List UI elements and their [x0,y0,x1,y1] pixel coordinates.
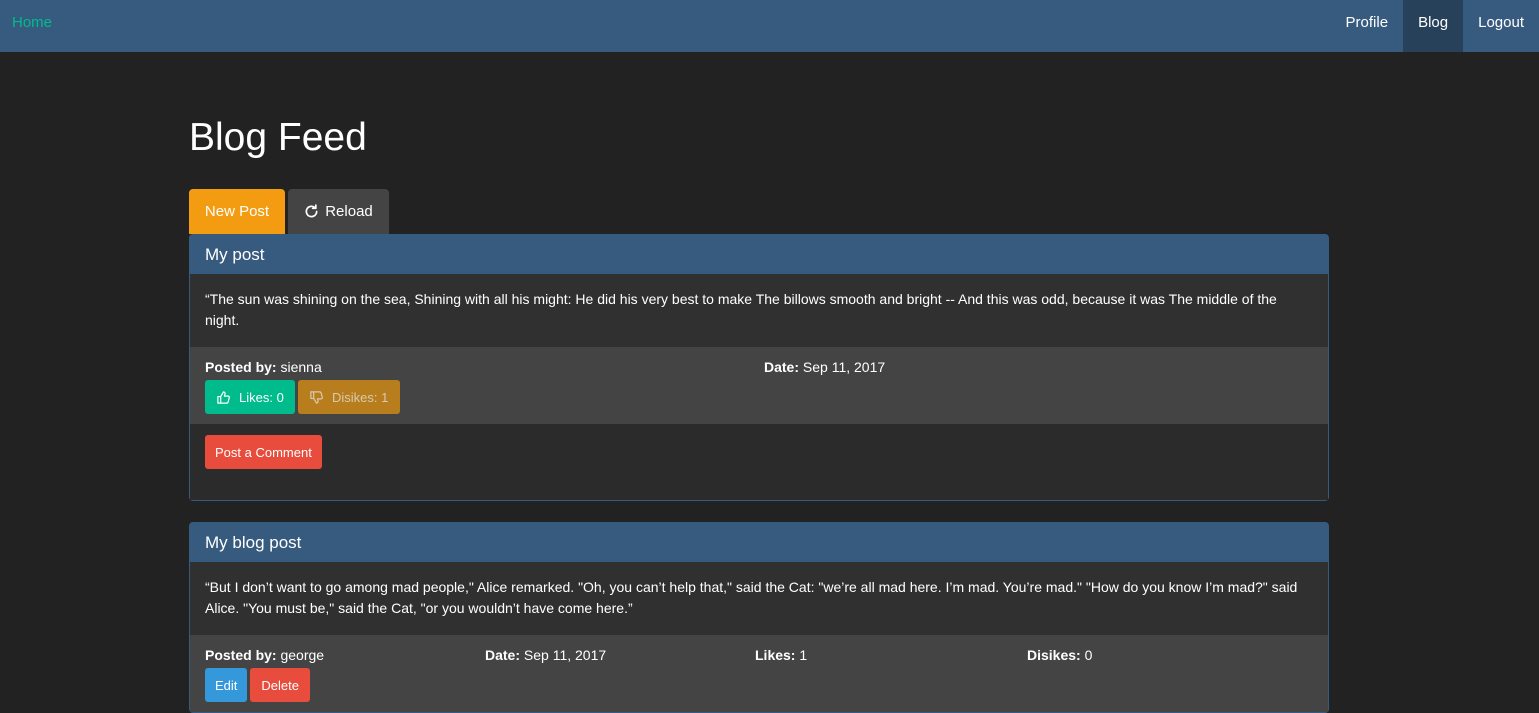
reload-label: Reload [325,203,373,220]
like-button[interactable]: Likes: 0 [205,380,295,414]
new-post-label: New Post [204,203,270,220]
post-actions: Edit Delete [205,668,1313,702]
post-title: My post [190,235,1328,274]
meta-line: Posted by: george Date: Sep 11, 2017 Lik… [205,647,1313,667]
post-dislikes: Disikes: 0 [1027,647,1092,667]
delete-button[interactable]: Delete [250,668,310,702]
meta-line: Posted by: sienna Date: Sep 11, 2017 [205,359,1313,379]
post-body: “But I don’t want to go among mad people… [190,562,1328,635]
nav-item-blog[interactable]: Blog [1403,0,1464,52]
post-title: My blog post [190,523,1328,562]
post-body: “The sun was shining on the sea, Shining… [190,274,1328,347]
navbar: Home Profile Blog Logout [0,0,1539,52]
post-card: My post “The sun was shining on the sea,… [189,234,1329,501]
posted-by-label: Posted by: [205,647,277,663]
post-author: sienna [280,359,322,375]
feed-toolbar: New Post Reload [189,189,1329,234]
edit-button[interactable]: Edit [205,668,248,702]
date-label: Date: [485,647,521,663]
post-meta: Posted by: george Date: Sep 11, 2017 Lik… [190,635,1328,712]
thumbs-down-icon [310,390,323,404]
likes-value: 1 [799,647,808,663]
post-date: Date: Sep 11, 2017 [764,359,885,379]
dislike-button[interactable]: Disikes: 1 [298,380,400,414]
nav-item-logout[interactable]: Logout [1463,0,1539,45]
post-comment-button[interactable]: Post a Comment [205,435,322,469]
post-meta: Posted by: sienna Date: Sep 11, 2017 Lik… [190,347,1328,424]
posted-by-label: Posted by: [205,359,277,375]
date-label: Date: [764,359,800,375]
comment-area: Post a Comment [190,424,1328,500]
reload-icon [305,204,318,218]
dislikes-count: Disikes: 1 [332,389,389,405]
nav-home-link[interactable]: Home [0,0,64,45]
date-value: Sep 11, 2017 [802,359,886,375]
reload-button[interactable]: Reload [288,189,389,234]
post-likes: Likes: 1 [755,647,1027,667]
thumbs-up-icon [217,390,230,404]
post-author: george [280,647,325,663]
likes-label: Likes: [755,647,796,663]
likes-count: Likes: 0 [239,389,284,405]
main-container: Blog Feed New Post Reload My post “The s… [189,52,1329,713]
posted-by: Posted by: sienna [205,359,764,379]
page-title: Blog Feed [189,116,367,159]
post-date: Date: Sep 11, 2017 [485,647,755,667]
dislikes-label: Disikes: [1027,647,1081,663]
dislikes-value: 0 [1084,647,1093,663]
posted-by: Posted by: george [205,647,485,667]
date-value: Sep 11, 2017 [523,647,607,663]
reaction-buttons: Likes: 0 Disikes: 1 [205,380,1313,414]
nav-item-profile[interactable]: Profile [1331,0,1404,45]
nav-right: Profile Blog Logout [1331,0,1539,52]
post-card: My blog post “But I don’t want to go amo… [189,522,1329,713]
new-post-button[interactable]: New Post [189,189,285,234]
